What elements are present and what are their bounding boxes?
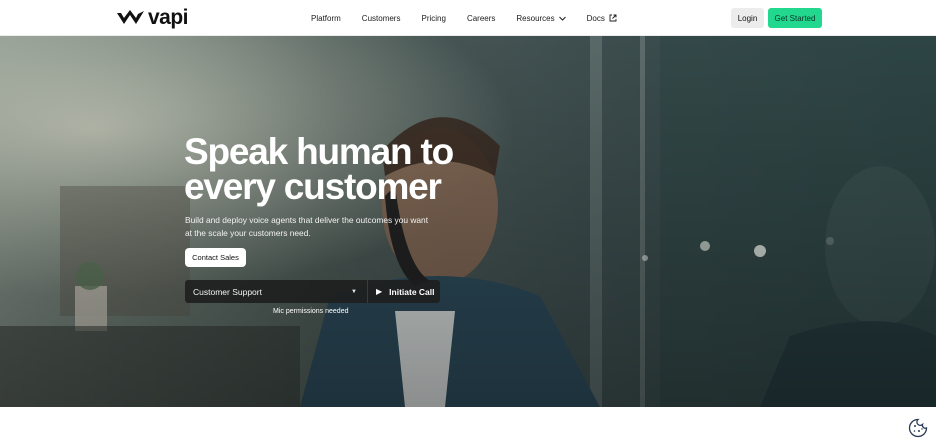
nav-link-platform[interactable]: Platform xyxy=(311,14,341,23)
hero-title: Speak human to every customer xyxy=(184,131,484,207)
contact-sales-button[interactable]: Contact Sales xyxy=(185,248,246,267)
login-button[interactable]: Login xyxy=(731,8,764,28)
hero-subtitle: Build and deploy voice agents that deliv… xyxy=(185,215,429,238)
nav-link-customers[interactable]: Customers xyxy=(362,14,401,23)
nav-link-docs[interactable]: Docs xyxy=(587,14,617,23)
cookie-icon[interactable] xyxy=(908,418,928,438)
caret-down-icon: ▼ xyxy=(351,288,357,295)
play-icon: ▶ xyxy=(376,287,383,296)
nav-link-resources[interactable]: Resources xyxy=(516,13,566,23)
chevron-down-icon xyxy=(558,16,566,21)
top-navbar: vapi Platform Customers Pricing Careers … xyxy=(0,0,936,36)
hero-section: Speak human to every customer Build and … xyxy=(0,36,936,407)
nav-links: Platform Customers Pricing Careers Resou… xyxy=(311,0,638,36)
brand-name: vapi xyxy=(148,6,189,29)
below-hero-section xyxy=(0,407,936,445)
get-started-button[interactable]: Get Started xyxy=(768,8,822,28)
initiate-call-label: Initiate Call xyxy=(389,286,435,297)
nav-link-careers[interactable]: Careers xyxy=(467,14,495,23)
use-case-select-value: Customer Support xyxy=(193,286,262,297)
call-widget: Customer Support ▼ ▶ Initiate Call xyxy=(185,280,440,303)
external-link-icon xyxy=(609,14,617,22)
nav-link-docs-label: Docs xyxy=(586,13,605,23)
initiate-call-button[interactable]: ▶ Initiate Call xyxy=(368,280,440,303)
use-case-select[interactable]: Customer Support ▼ xyxy=(185,280,368,303)
hero-title-line1: Speak human to xyxy=(184,131,454,172)
vapi-mark-icon xyxy=(117,10,144,24)
mic-permissions-note: Mic permissions needed xyxy=(273,308,349,315)
nav-link-pricing[interactable]: Pricing xyxy=(421,14,445,23)
brand-logo[interactable]: vapi xyxy=(116,6,189,29)
nav-link-resources-label: Resources xyxy=(516,13,555,23)
hero-background-photo xyxy=(0,36,936,407)
hero-title-line2: every customer xyxy=(184,166,442,207)
